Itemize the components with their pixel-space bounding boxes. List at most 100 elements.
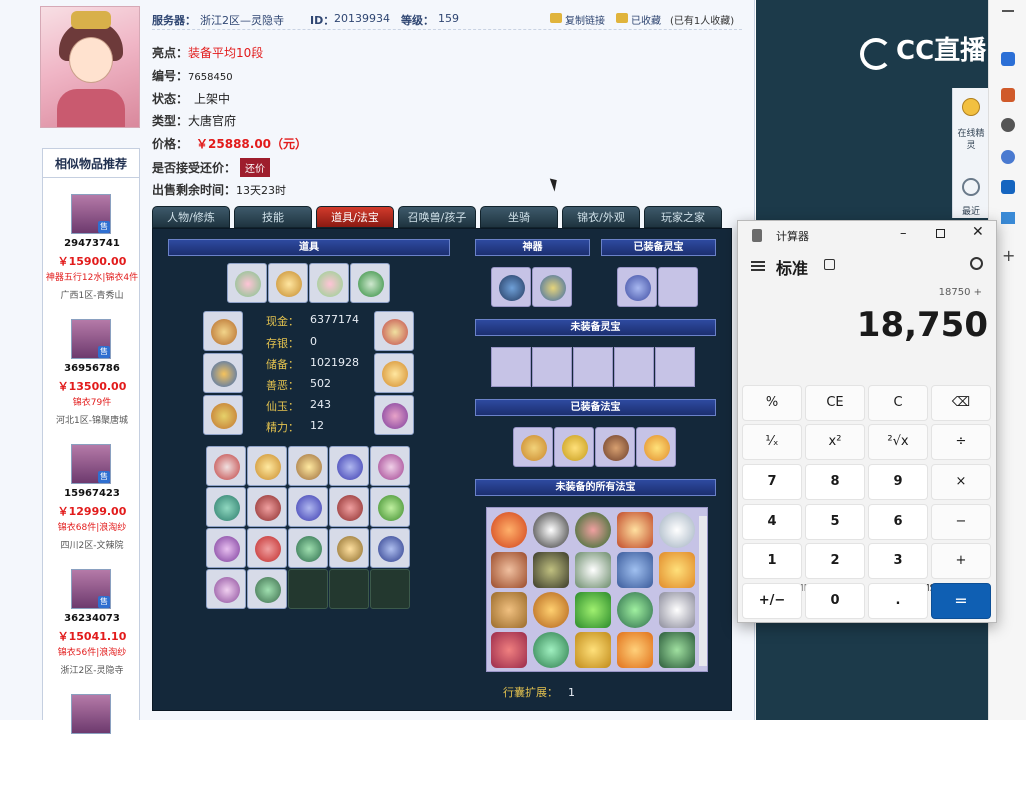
- tab-home[interactable]: 玩家之家: [644, 206, 722, 228]
- treasure-item[interactable]: [659, 552, 695, 588]
- treasure-item[interactable]: [575, 552, 611, 588]
- tab-character[interactable]: 人物/修炼: [152, 206, 230, 228]
- gear-slot-left-2[interactable]: [203, 353, 243, 393]
- sprite-icon[interactable]: [962, 98, 980, 116]
- recent-label[interactable]: 最近: [955, 204, 987, 217]
- similar-item[interactable]: 售 36234073 ￥15041.10 锦衣56件|浪淘纱 浙江2区-灵隐寺: [43, 553, 141, 677]
- inventory-slot[interactable]: [247, 446, 287, 486]
- minimize-button[interactable]: –: [900, 226, 914, 241]
- treasure-item[interactable]: [533, 552, 569, 588]
- treasure-slot-4[interactable]: [636, 427, 676, 467]
- similar-item-avatar[interactable]: 售: [71, 444, 111, 484]
- tab-mounts[interactable]: 坐骑: [480, 206, 558, 228]
- equip-slot-1[interactable]: [227, 263, 267, 303]
- similar-item[interactable]: 售 36956786 ￥13500.00 锦衣79件 河北1区-锦聚唐城: [43, 303, 141, 427]
- divide-key[interactable]: ÷: [931, 424, 991, 460]
- artifact-slot-1[interactable]: [491, 267, 531, 307]
- treasure-slot-1[interactable]: [513, 427, 553, 467]
- inventory-slot[interactable]: [370, 528, 410, 568]
- app-icon[interactable]: [1001, 150, 1015, 164]
- gear-slot-right-1[interactable]: [374, 311, 414, 351]
- equals-key[interactable]: =: [931, 583, 991, 619]
- digit-2-key[interactable]: 2: [805, 543, 865, 579]
- tab-skills[interactable]: 技能: [234, 206, 312, 228]
- inventory-slot[interactable]: [206, 487, 246, 527]
- treasure-item[interactable]: [575, 592, 611, 628]
- inventory-slot[interactable]: [247, 487, 287, 527]
- tab-items[interactable]: 道具/法宝: [316, 206, 394, 228]
- empty-spirit-slot[interactable]: [532, 347, 572, 387]
- similar-item-avatar[interactable]: 售: [71, 319, 111, 359]
- equip-slot-4[interactable]: [350, 263, 390, 303]
- treasure-item[interactable]: [533, 632, 569, 668]
- treasure-item[interactable]: [491, 592, 527, 628]
- favorite-button[interactable]: 已收藏: [631, 12, 661, 27]
- inventory-slot[interactable]: [370, 446, 410, 486]
- empty-spirit-slot[interactable]: [573, 347, 613, 387]
- gear-slot-left-3[interactable]: [203, 395, 243, 435]
- treasure-slot-2[interactable]: [554, 427, 594, 467]
- similar-item-avatar[interactable]: [71, 694, 111, 734]
- multiply-key[interactable]: ×: [931, 464, 991, 500]
- inventory-slot[interactable]: [288, 446, 328, 486]
- app-icon[interactable]: [1001, 52, 1015, 66]
- digit-7-key[interactable]: 7: [742, 464, 802, 500]
- empty-spirit-slot[interactable]: [614, 347, 654, 387]
- tab-pets[interactable]: 召唤兽/孩子: [398, 206, 476, 228]
- gear-slot-right-2[interactable]: [374, 353, 414, 393]
- digit-1-key[interactable]: 1: [742, 543, 802, 579]
- treasure-item[interactable]: [491, 552, 527, 588]
- treasure-item[interactable]: [659, 512, 695, 548]
- inventory-slot[interactable]: [329, 528, 369, 568]
- person-icon[interactable]: [1001, 118, 1015, 132]
- empty-spirit-slot[interactable]: [491, 347, 531, 387]
- inventory-slot[interactable]: [370, 487, 410, 527]
- square-key[interactable]: x²: [805, 424, 865, 460]
- percent-key[interactable]: %: [742, 385, 802, 421]
- inventory-slot[interactable]: [206, 446, 246, 486]
- similar-item[interactable]: 售 15967423 ￥12999.00 锦衣68件|浪淘纱 四川2区-文辣院: [43, 428, 141, 552]
- inventory-slot[interactable]: [206, 569, 246, 609]
- similar-item[interactable]: 售 29473741 ￥15900.00 神器五行12水|锦衣4件 广西1区-青…: [43, 178, 141, 302]
- copy-link-button[interactable]: 复制链接: [565, 12, 605, 27]
- minimize-icon[interactable]: [1002, 10, 1014, 12]
- treasure-item[interactable]: [617, 592, 653, 628]
- reciprocal-key[interactable]: ¹⁄ₓ: [742, 424, 802, 460]
- add-icon[interactable]: +: [1002, 246, 1015, 265]
- treasure-item[interactable]: [659, 592, 695, 628]
- subtract-key[interactable]: −: [931, 504, 991, 540]
- treasure-item[interactable]: [575, 512, 611, 548]
- square-root-key[interactable]: ²√x: [868, 424, 928, 460]
- history-icon[interactable]: [970, 257, 983, 270]
- treasure-item[interactable]: [659, 632, 695, 668]
- inventory-slot-empty[interactable]: [370, 569, 410, 609]
- add-key[interactable]: +: [931, 543, 991, 579]
- menu-icon[interactable]: [751, 261, 765, 271]
- treasure-item[interactable]: [617, 632, 653, 668]
- digit-9-key[interactable]: 9: [868, 464, 928, 500]
- treasure-item[interactable]: [533, 512, 569, 548]
- treasure-item[interactable]: [617, 552, 653, 588]
- keep-on-top-icon[interactable]: [824, 259, 835, 270]
- digit-4-key[interactable]: 4: [742, 504, 802, 540]
- app-icon[interactable]: [1001, 88, 1015, 102]
- treasure-scrollbar[interactable]: [699, 516, 707, 666]
- online-sprite-label[interactable]: 在线精灵: [955, 128, 987, 152]
- treasure-slot-3[interactable]: [595, 427, 635, 467]
- tab-outfits[interactable]: 锦衣/外观: [562, 206, 640, 228]
- negate-key[interactable]: +/−: [742, 583, 802, 619]
- treasure-item[interactable]: [533, 592, 569, 628]
- clock-icon[interactable]: [962, 178, 980, 196]
- gear-slot-left-1[interactable]: [203, 311, 243, 351]
- inventory-slot[interactable]: [247, 569, 287, 609]
- empty-spirit-slot[interactable]: [655, 347, 695, 387]
- similar-item-avatar[interactable]: 售: [71, 194, 111, 234]
- digit-8-key[interactable]: 8: [805, 464, 865, 500]
- treasure-item[interactable]: [491, 512, 527, 548]
- inventory-slot-empty[interactable]: [288, 569, 328, 609]
- spirit-slot-1[interactable]: [617, 267, 657, 307]
- digit-3-key[interactable]: 3: [868, 543, 928, 579]
- decimal-key[interactable]: .: [868, 583, 928, 619]
- gear-slot-right-3[interactable]: [374, 395, 414, 435]
- digit-0-key[interactable]: 0: [805, 583, 865, 619]
